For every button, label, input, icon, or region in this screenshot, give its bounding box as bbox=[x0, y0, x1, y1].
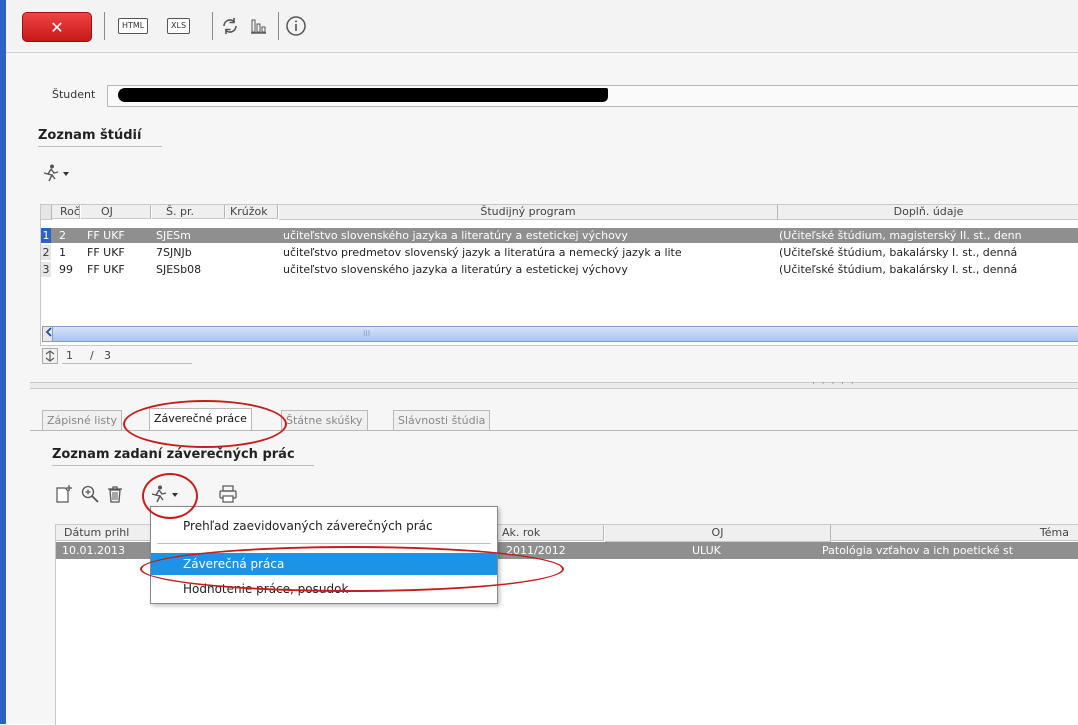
cell-topic: Patológia vzťahov a ich poetické st bbox=[822, 544, 1014, 557]
pager-nav-icon[interactable] bbox=[42, 348, 58, 364]
trash-icon[interactable] bbox=[105, 484, 125, 504]
theses-title: Zoznam zadaní záverečných prác bbox=[52, 447, 295, 462]
actions-menu-button[interactable] bbox=[42, 163, 72, 183]
cell-program-code: 7SJNJb bbox=[156, 246, 192, 259]
column-header[interactable]: Š. pr. bbox=[152, 205, 225, 219]
cell-program: učiteľstvo slovenského jazyka a literatú… bbox=[283, 229, 628, 242]
toolbar-separator bbox=[104, 12, 105, 40]
pager-current: 1 bbox=[66, 349, 73, 362]
studies-title-underline bbox=[38, 146, 162, 147]
tab-slavnosti-studia[interactable]: Slávnosti štúdia bbox=[393, 410, 491, 431]
theses-title-underline bbox=[52, 465, 314, 466]
pager-underline bbox=[62, 363, 192, 364]
student-label: Študent bbox=[52, 88, 96, 101]
studies-table: Roč OJ Š. pr. Krúžok Študijný program Do… bbox=[40, 204, 1078, 346]
row-number: 1 bbox=[41, 228, 51, 243]
column-header[interactable]: Dátum prihl bbox=[56, 525, 151, 541]
cell-roc: 1 bbox=[59, 246, 66, 259]
cell-oj: ULUK bbox=[692, 544, 721, 557]
column-header[interactable]: OJ bbox=[81, 205, 151, 219]
export-xls-button[interactable]: XLS bbox=[167, 18, 191, 34]
close-button[interactable]: ✕ bbox=[22, 12, 92, 42]
table-row[interactable]: 2 1 FF UKF 7SJNJb učiteľstvo predmetov s… bbox=[41, 245, 1078, 260]
pager-separator: / bbox=[90, 349, 94, 362]
row-number: 3 bbox=[41, 262, 51, 277]
tab-statne-skusky[interactable]: Štátne skúšky bbox=[281, 410, 368, 431]
cell-roc: 2 bbox=[59, 229, 66, 242]
column-header[interactable]: OJ bbox=[605, 525, 831, 542]
cell-oj: FF UKF bbox=[87, 229, 125, 242]
scroll-grip: III bbox=[363, 329, 371, 338]
toolbar-separator bbox=[278, 12, 279, 40]
column-header[interactable]: Roč bbox=[52, 205, 80, 219]
export-html-button[interactable]: HTML bbox=[118, 18, 149, 34]
cell-oj: FF UKF bbox=[87, 246, 125, 259]
studies-title: Zoznam štúdií bbox=[38, 128, 142, 143]
annotation-ellipse bbox=[142, 473, 198, 519]
redaction-mark bbox=[118, 88, 608, 102]
horizontal-scrollbar[interactable]: III bbox=[52, 326, 1078, 342]
row-number: 2 bbox=[41, 245, 51, 260]
toolbar-separator bbox=[212, 12, 213, 40]
cell-date: 10.01.2013 bbox=[62, 544, 125, 557]
panel-splitter[interactable] bbox=[30, 382, 1078, 389]
tab-zapisne-listy[interactable]: Zápisné listy bbox=[42, 410, 122, 431]
annotation-ellipse bbox=[123, 400, 287, 448]
cell-program: učiteľstvo predmetov slovenský jazyk a l… bbox=[283, 246, 682, 259]
column-header[interactable]: Ak. rok bbox=[496, 525, 604, 541]
chart-icon[interactable] bbox=[246, 14, 270, 38]
cell-details: (Učiteľské štúdium, bakalársky I. st., d… bbox=[779, 263, 1018, 276]
cell-roc: 99 bbox=[59, 263, 73, 276]
menu-item-prehlad[interactable]: Prehľad zaevidovaných záverečných prác bbox=[151, 515, 497, 537]
info-icon[interactable] bbox=[284, 14, 308, 38]
row-number-header bbox=[41, 205, 52, 220]
table-row[interactable]: 1 2 FF UKF SJESm učiteľstvo slovenského … bbox=[41, 228, 1078, 243]
running-man-icon bbox=[43, 164, 69, 182]
menu-separator bbox=[157, 543, 491, 544]
column-header[interactable]: Doplň. údaje bbox=[778, 205, 1078, 220]
column-header[interactable]: Študijný program bbox=[279, 205, 778, 220]
cell-details: (Učiteľské štúdium, magisterský II. st.,… bbox=[779, 229, 1022, 242]
zoom-in-icon[interactable] bbox=[80, 484, 100, 504]
cell-details: (Učiteľské štúdium, bakalársky I. st., d… bbox=[779, 246, 1018, 259]
print-icon[interactable] bbox=[218, 484, 238, 504]
splitter-grip[interactable]: · · · · · bbox=[812, 379, 856, 389]
new-document-icon[interactable] bbox=[54, 484, 74, 504]
annotation-ellipse bbox=[140, 546, 564, 592]
cell-oj: FF UKF bbox=[87, 263, 125, 276]
table-row[interactable]: 3 99 FF UKF SJESb08 učiteľstvo slovenské… bbox=[41, 262, 1078, 277]
pager-total: 3 bbox=[104, 349, 111, 362]
column-header[interactable]: Téma bbox=[831, 525, 1078, 541]
cell-program: učiteľstvo slovenského jazyka a literatú… bbox=[283, 263, 628, 276]
refresh-icon[interactable] bbox=[218, 14, 242, 38]
cell-program-code: SJESm bbox=[156, 229, 191, 242]
column-header[interactable]: Krúžok bbox=[226, 205, 278, 219]
cell-program-code: SJESb08 bbox=[156, 263, 202, 276]
